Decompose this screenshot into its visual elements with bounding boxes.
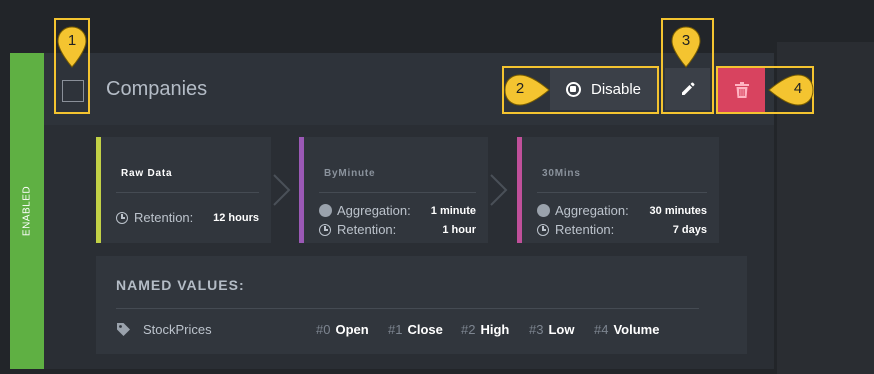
named-value-name: Open [335,322,369,337]
named-values-panel: NAMED VALUES: StockPrices #0 Open #1 Close… [96,256,747,354]
named-value-name: Volume [613,322,660,337]
named-value-name: High [480,322,510,337]
clock-icon [537,223,549,236]
named-value-item: #1 Close [388,322,443,337]
trash-icon [734,82,749,98]
aggregation-value: 1 minute [430,204,476,217]
retention-label: Retention: [337,222,397,237]
named-value-index: #2 [461,322,476,337]
disable-button[interactable]: Disable [550,68,657,110]
stage-title: ByMinute [324,168,376,179]
named-value-index: #1 [388,322,403,337]
retention-value: 12 hours [213,211,259,224]
status-bar: ENABLED [10,53,44,369]
delete-button[interactable] [718,68,765,112]
dot-icon [537,204,550,217]
named-value-name: Low [548,322,575,337]
aggregation-value: 30 minutes [649,204,707,217]
callout-marker-2: 2 [503,73,550,107]
named-values-divider [116,308,699,309]
retention-row: Retention: 7 days [537,222,707,237]
pencil-icon [681,82,694,95]
chevron-right-icon [273,174,291,206]
stop-circle-icon [565,81,581,97]
aggregation-label: Aggregation: [555,203,629,218]
named-values-title: NAMED VALUES: [116,277,245,293]
retention-label: Retention: [555,222,615,237]
named-value-index: #0 [316,322,331,337]
select-checkbox[interactable] [62,80,84,102]
stage-divider [319,192,476,193]
stage-color-bar [517,137,522,243]
stage-title: 30Mins [542,168,581,179]
dot-icon [319,204,332,217]
tag-icon [117,323,130,336]
retention-value: 7 days [672,223,707,236]
clock-icon [319,223,331,236]
status-label: ENABLED [21,185,33,237]
chevron-right-icon [490,174,508,206]
stage-divider [537,192,707,193]
aggregation-row: Aggregation: 1 minute [319,203,476,218]
retention-value: 1 hour [442,223,476,236]
stage-card-byminute: ByMinute Aggregation: 1 minute Retention… [299,137,488,243]
named-value-item: #4 Volume [594,322,659,337]
clock-icon [116,211,128,224]
stage-color-bar [96,137,101,243]
stage-card-raw-data: Raw Data Retention: 12 hours [96,137,271,243]
named-values-name: StockPrices [143,322,212,337]
stage-title: Raw Data [121,168,173,179]
stage-divider [116,192,259,193]
retention-row: Retention: 12 hours [116,210,259,225]
callout-marker-3: 3 [669,25,703,68]
retention-label: Retention: [134,210,194,225]
aggregation-row: Aggregation: 30 minutes [537,203,707,218]
disable-button-label: Disable [590,80,642,98]
aggregation-label: Aggregation: [337,203,411,218]
stage-color-bar [299,137,304,243]
named-value-item: #3 Low [529,322,574,337]
stage-card-30mins: 30Mins Aggregation: 30 minutes Retention… [517,137,719,243]
named-value-index: #4 [594,322,609,337]
named-value-name: Close [407,322,443,337]
edit-button[interactable] [665,68,710,110]
named-value-item: #2 High [461,322,509,337]
collection-title: Companies [106,78,208,100]
named-value-item: #0 Open [316,322,369,337]
callout-marker-1: 1 [55,25,89,68]
named-value-index: #3 [529,322,544,337]
callout-marker-4: 4 [767,73,815,107]
retention-row: Retention: 1 hour [319,222,476,237]
